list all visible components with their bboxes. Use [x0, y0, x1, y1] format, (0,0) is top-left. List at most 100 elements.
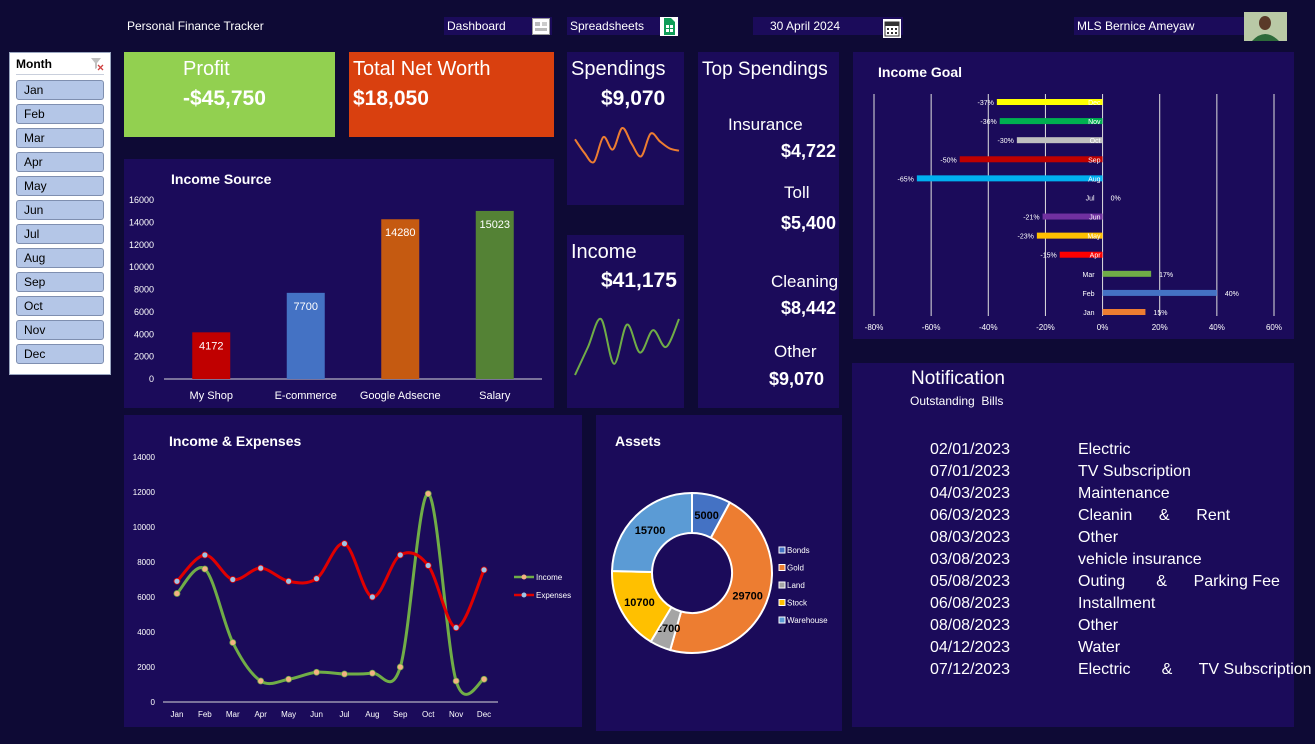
x-tick-label: Nov	[449, 710, 463, 719]
networth-value: $18,050	[353, 87, 429, 110]
data-label: 7700	[294, 301, 318, 313]
data-point	[229, 576, 237, 583]
slicer-item-may[interactable]: May	[16, 176, 104, 196]
income-source-chart: Income Source 0 2000 4000 6000 8000 10000 12000…	[129, 171, 542, 402]
bill-description: TV Subscription	[1078, 463, 1191, 480]
x-tick-label: -20%	[1036, 323, 1055, 332]
data-point	[424, 562, 432, 569]
profit-value: -$45,750	[183, 87, 266, 110]
y-tick-label: 12000	[133, 488, 156, 497]
date-box[interactable]: 30 April 2024	[753, 17, 903, 38]
spend-label-insurance: Insurance	[728, 115, 803, 134]
slicer-item-nov[interactable]: Nov	[16, 320, 104, 340]
data-label: -50%	[940, 157, 956, 164]
slicer-item-feb[interactable]: Feb	[16, 104, 104, 124]
income-source-panel: Income Source 0 2000 4000 6000 8000 10000 12000…	[124, 159, 554, 408]
data-label: 15700	[635, 525, 666, 537]
legend-marker	[778, 546, 786, 554]
data-label: -15%	[1040, 253, 1056, 260]
bar	[192, 332, 231, 379]
bill-date: 07/01/2023	[930, 463, 1011, 480]
x-tick-label: 40%	[1209, 323, 1225, 332]
data-label: 17%	[1159, 272, 1173, 279]
bar	[475, 210, 514, 379]
slicer-item-jan[interactable]: Jan	[16, 80, 104, 100]
dashboard-icon	[532, 18, 550, 35]
income-label: Income	[571, 241, 637, 263]
legend-marker	[778, 581, 786, 589]
assets-chart: Assets50002970027001070015700BondsGoldLa…	[610, 433, 828, 654]
slicer-item-jul[interactable]: Jul	[16, 224, 104, 244]
assets-panel: Assets 5000 29700 2700 10700 15700 Bonds Gold La…	[596, 415, 842, 731]
data-point	[368, 593, 376, 601]
bill-description: Electric & TV Subscription	[1078, 661, 1312, 678]
data-point	[480, 675, 488, 683]
data-point	[285, 577, 293, 585]
y-tick-label: Jul	[1086, 195, 1095, 202]
dashboard-tab[interactable]: Dashboard	[444, 17, 552, 35]
slicer-item-sep[interactable]: Sep	[16, 272, 104, 292]
legend-marker	[778, 599, 786, 606]
y-tick-label: 4000	[137, 628, 155, 637]
data-label: -30%	[998, 138, 1014, 145]
x-tick-label: 60%	[1266, 323, 1282, 332]
slicer-divider	[16, 74, 104, 75]
legend-label: Stock	[787, 599, 808, 608]
y-tick-label: 8000	[137, 558, 155, 567]
app-title: Personal Finance Tracker	[127, 19, 264, 33]
x-tick-label: My Shop	[190, 390, 233, 402]
networth-label: Total Net Worth	[353, 58, 491, 80]
data-label: -37%	[978, 100, 994, 107]
slicer-item-mar[interactable]: Mar	[16, 128, 104, 148]
data-label: -65%	[898, 176, 914, 183]
data-point	[201, 551, 209, 559]
goal-bar	[996, 99, 1103, 105]
slicer-item-apr[interactable]: Apr	[16, 152, 104, 172]
income-value: $41,175	[601, 269, 677, 292]
bill-date: 08/03/2023	[930, 529, 1011, 546]
profit-label: Profit	[183, 58, 230, 80]
slicer-item-jun[interactable]: Jun	[16, 200, 104, 220]
data-point	[452, 624, 460, 632]
x-tick-label: Jan	[171, 710, 184, 719]
user-box[interactable]: MLS Bernice Ameyaw	[1074, 17, 1244, 35]
avatar[interactable]	[1244, 12, 1287, 41]
y-tick-label: 12000	[129, 240, 154, 250]
slicer-item-aug[interactable]: Aug	[16, 248, 104, 268]
data-point	[229, 639, 237, 646]
y-tick-label: 8000	[134, 285, 154, 295]
data-point	[396, 663, 404, 671]
chart-title: Income Goal	[878, 64, 962, 80]
y-tick-label: Mar	[1083, 272, 1096, 279]
dashboard-label: Dashboard	[447, 19, 506, 33]
y-tick-label: May	[1087, 234, 1101, 241]
data-label: 14280	[385, 227, 416, 239]
networth-card: Total Net Worth $18,050	[349, 52, 554, 137]
data-label: 5000	[694, 510, 718, 522]
y-tick-label: Nov	[1088, 119, 1101, 126]
data-point	[257, 677, 265, 685]
slicer-item-oct[interactable]: Oct	[16, 296, 104, 316]
bill-date: 08/08/2023	[930, 617, 1011, 634]
data-label: 0%	[1111, 195, 1121, 202]
x-tick-label: Jul	[339, 710, 349, 719]
bill-description: Installment	[1078, 595, 1156, 612]
y-tick-label: 10000	[129, 262, 154, 272]
data-point	[313, 668, 320, 676]
goal-bar	[1102, 309, 1146, 315]
x-tick-label: Google Adsecne	[360, 390, 441, 402]
top-spendings-panel: Top Spendings Insurance $4,722 Toll $5,4…	[698, 52, 839, 408]
data-label: 40%	[1225, 291, 1239, 298]
data-point	[313, 575, 320, 583]
x-tick-label: Dec	[477, 710, 491, 719]
notification-title: Notification	[911, 368, 1005, 389]
slicer-item-dec[interactable]: Dec	[16, 344, 104, 364]
data-point	[257, 564, 265, 572]
x-tick-label: 0%	[1097, 323, 1109, 332]
clear-filter-icon[interactable]	[90, 57, 104, 71]
spreadsheets-tab[interactable]: Spreadsheets	[567, 17, 679, 36]
data-point	[452, 677, 460, 685]
data-label: -36%	[980, 119, 996, 126]
calendar-icon	[883, 19, 901, 38]
data-label: 10700	[624, 597, 655, 609]
